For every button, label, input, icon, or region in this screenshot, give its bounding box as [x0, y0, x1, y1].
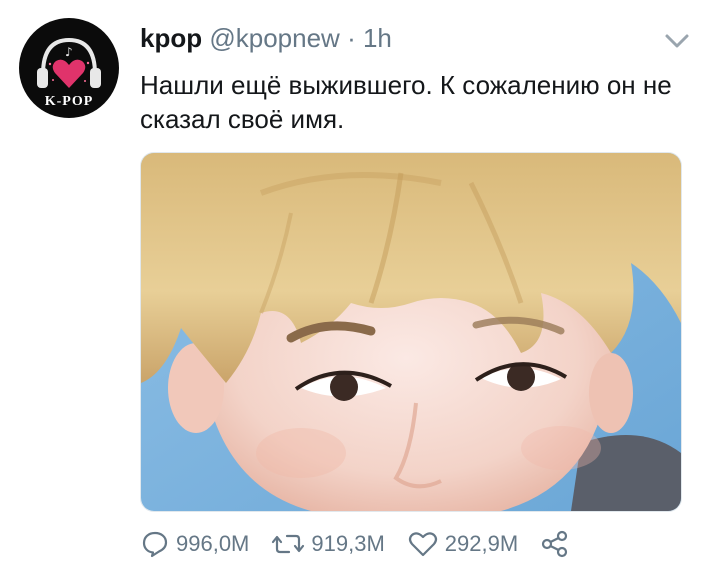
- reply-count: 996,0M: [176, 531, 250, 556]
- heart-icon: [408, 532, 437, 557]
- retweet-icon: [272, 534, 305, 554]
- tweet-text: Нашли ещё выжившего. К сожалению он не с…: [140, 70, 672, 134]
- chevron-down-icon[interactable]: [662, 30, 692, 52]
- share-button[interactable]: [540, 529, 576, 559]
- like-count: 292,9M: [444, 531, 519, 556]
- avatar[interactable]: ♪ K-POP: [19, 18, 119, 118]
- user-handle[interactable]: @kpopnew: [209, 23, 339, 53]
- share-icon: [542, 530, 568, 558]
- reply-icon: [142, 531, 168, 558]
- tweet-actions: 996,0M 919,3M 292,9M: [140, 524, 598, 564]
- like-button[interactable]: 292,9M: [407, 524, 518, 564]
- avatar-label: K-POP: [44, 94, 94, 109]
- tweet-photo[interactable]: [140, 152, 682, 512]
- display-name[interactable]: kpop: [140, 23, 202, 53]
- timestamp[interactable]: 1h: [363, 23, 392, 53]
- reply-button[interactable]: 996,0M: [140, 524, 249, 564]
- retweet-count: 919,3M: [311, 531, 385, 556]
- svg-text:♪: ♪: [65, 45, 73, 59]
- retweet-button[interactable]: 919,3M: [271, 524, 385, 564]
- tweet-header: kpop @kpopnew · 1h: [140, 22, 392, 54]
- separator-dot: ·: [347, 23, 356, 53]
